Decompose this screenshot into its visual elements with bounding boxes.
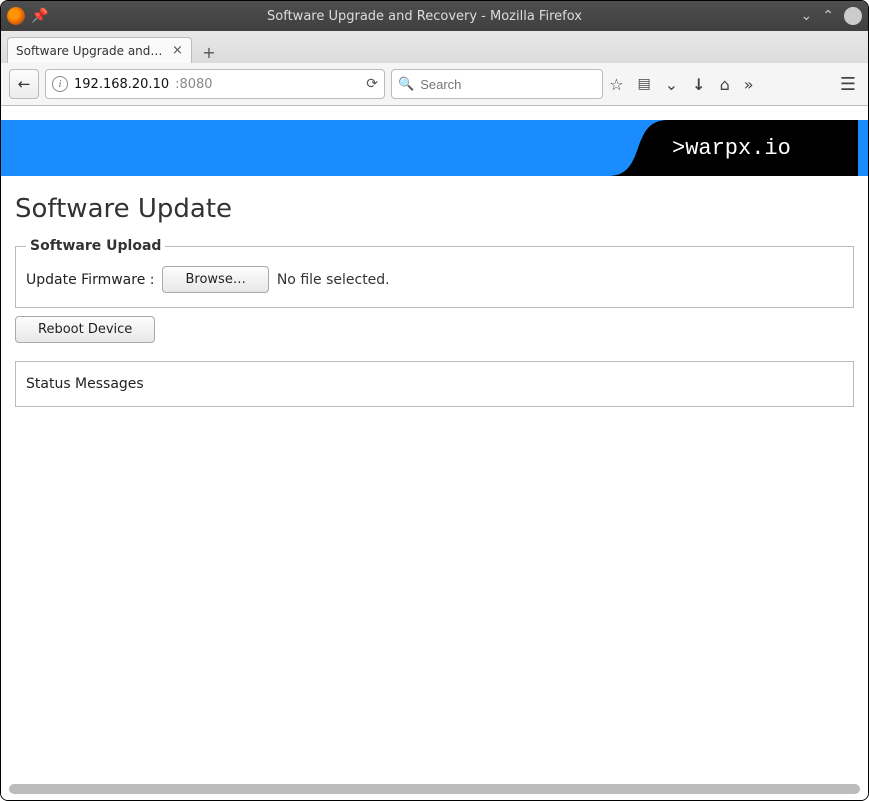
window-close-icon[interactable]: ✕ — [844, 7, 862, 25]
browser-tab[interactable]: Software Upgrade and R… × — [7, 37, 192, 63]
tab-title: Software Upgrade and R… — [16, 44, 166, 58]
pin-icon[interactable]: 📌 — [31, 8, 48, 24]
search-input[interactable] — [420, 77, 596, 92]
url-bar[interactable]: i 192.168.20.10 :8080 ⟳ — [45, 69, 385, 99]
window-titlebar: 📌 Software Upgrade and Recovery - Mozill… — [1, 1, 868, 31]
browse-button[interactable]: Browse… — [162, 266, 268, 293]
status-heading: Status Messages — [26, 376, 144, 392]
navigation-bar: ← i 192.168.20.10 :8080 ⟳ 🔍 ☆ ▤ ⌄ ↓ ⌂ » ☰ — [1, 63, 868, 105]
url-host: 192.168.20.10 — [74, 77, 169, 92]
banner-edge — [858, 120, 868, 176]
tab-close-icon[interactable]: × — [172, 43, 183, 58]
browser-window: 📌 Software Upgrade and Recovery - Mozill… — [0, 0, 869, 801]
pocket-icon[interactable]: ⌄ — [665, 75, 678, 94]
status-messages-box: Status Messages — [15, 361, 854, 407]
overflow-icon[interactable]: » — [744, 75, 754, 94]
reload-icon[interactable]: ⟳ — [366, 76, 378, 92]
downloads-icon[interactable]: ↓ — [692, 75, 705, 94]
firefox-logo-icon — [7, 7, 25, 25]
home-icon[interactable]: ⌂ — [720, 75, 730, 94]
window-minimize-icon[interactable]: ⌄ — [801, 8, 813, 24]
firmware-label: Update Firmware : — [26, 272, 154, 288]
upload-fieldset: Software Upload Update Firmware : Browse… — [15, 238, 854, 308]
reboot-button[interactable]: Reboot Device — [15, 316, 155, 343]
browser-chrome: Software Upgrade and R… × + ← i 192.168.… — [1, 31, 868, 106]
new-tab-button[interactable]: + — [196, 41, 222, 63]
back-button[interactable]: ← — [9, 69, 39, 99]
bookmark-star-icon[interactable]: ☆ — [609, 75, 623, 94]
site-info-icon[interactable]: i — [52, 76, 68, 92]
window-title: Software Upgrade and Recovery - Mozilla … — [67, 9, 782, 24]
search-bar[interactable]: 🔍 — [391, 69, 603, 99]
brand-banner: >warpx.io — [1, 120, 868, 176]
upload-legend: Software Upload — [26, 238, 165, 254]
toolbar-icons: ☆ ▤ ⌄ ↓ ⌂ » — [609, 75, 753, 94]
library-icon[interactable]: ▤ — [638, 76, 651, 92]
no-file-text: No file selected. — [277, 272, 390, 288]
horizontal-scrollbar[interactable] — [9, 784, 860, 794]
banner-curve — [608, 120, 668, 176]
brand-text: >warpx.io — [668, 120, 868, 176]
page-title: Software Update — [15, 194, 854, 224]
menu-icon[interactable]: ☰ — [836, 74, 860, 95]
search-icon: 🔍 — [398, 77, 414, 92]
page-content: >warpx.io Software Update Software Uploa… — [1, 106, 868, 800]
window-maximize-icon[interactable]: ⌃ — [822, 8, 834, 24]
url-port: :8080 — [175, 77, 212, 92]
tab-strip: Software Upgrade and R… × + — [1, 31, 868, 63]
